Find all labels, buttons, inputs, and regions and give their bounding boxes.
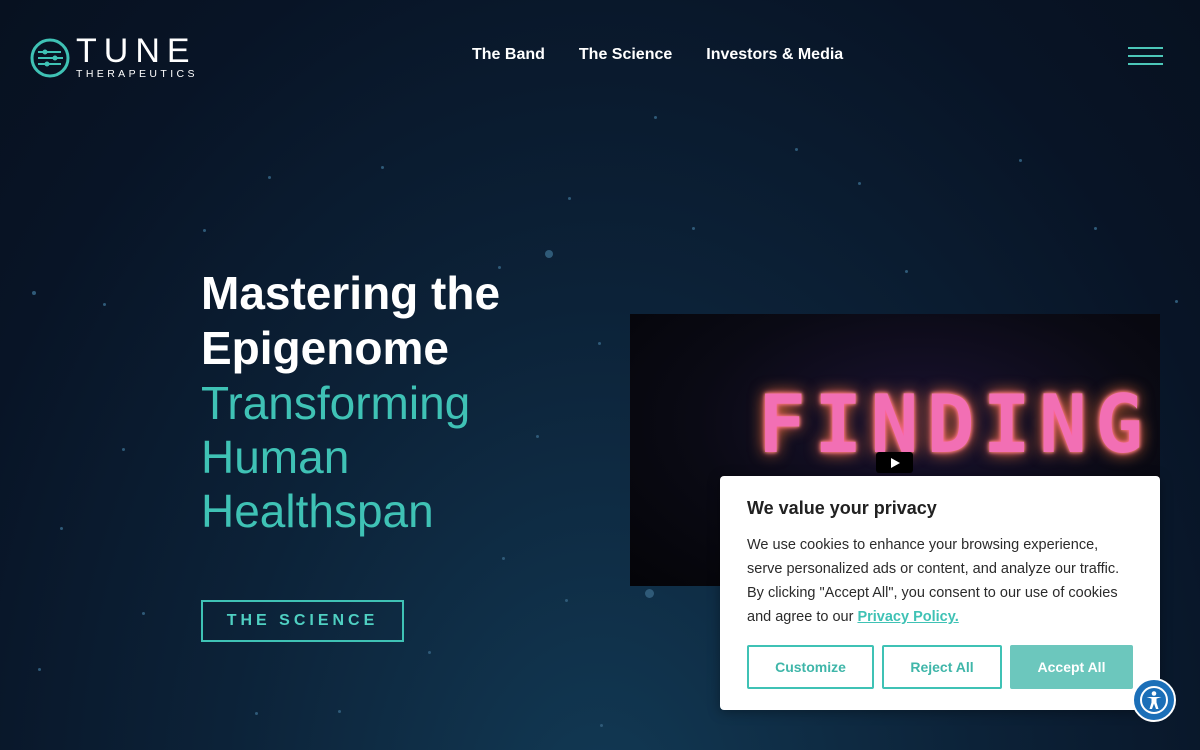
reject-all-button[interactable]: Reject All: [882, 645, 1002, 689]
brand-logo[interactable]: TUNE THERAPEUTICS: [30, 32, 198, 80]
nav-item-the-band[interactable]: The Band: [472, 46, 545, 64]
the-science-button[interactable]: THE SCIENCE: [201, 600, 404, 642]
hero-heading: Mastering the Epigenome Transforming Hum…: [201, 266, 561, 538]
cookie-body: We use cookies to enhance your browsing …: [747, 533, 1133, 629]
tune-logo-icon: [30, 38, 70, 78]
nav-item-investors-media[interactable]: Investors & Media: [706, 46, 843, 64]
hero-title-line-1: Mastering the: [201, 267, 501, 319]
hero-subtitle-line-2: Human: [201, 431, 350, 483]
hero-subtitle-line-1: Transforming: [201, 377, 471, 429]
accept-all-button[interactable]: Accept All: [1010, 645, 1133, 689]
accessibility-figure-icon: [1140, 686, 1168, 714]
cookie-consent-dialog: We value your privacy We use cookies to …: [720, 476, 1160, 710]
cookie-buttons: Customize Reject All Accept All: [747, 645, 1133, 689]
hero-title-line-2: Epigenome: [201, 322, 449, 374]
brand-name: TUNE: [76, 32, 197, 70]
hamburger-menu-icon[interactable]: [1128, 47, 1164, 67]
customize-button[interactable]: Customize: [747, 645, 874, 689]
main-nav: The Band The Science Investors & Media: [472, 46, 843, 64]
accessibility-icon[interactable]: [1132, 678, 1176, 722]
privacy-policy-link[interactable]: Privacy Policy.: [857, 609, 958, 625]
cookie-title: We value your privacy: [747, 498, 937, 518]
play-icon[interactable]: [876, 452, 913, 473]
nav-item-the-science[interactable]: The Science: [579, 46, 672, 64]
brand-subtitle: THERAPEUTICS: [76, 68, 198, 80]
video-overlay-text: FINDING: [758, 378, 1152, 471]
hero-subtitle-line-3: Healthspan: [201, 485, 434, 537]
